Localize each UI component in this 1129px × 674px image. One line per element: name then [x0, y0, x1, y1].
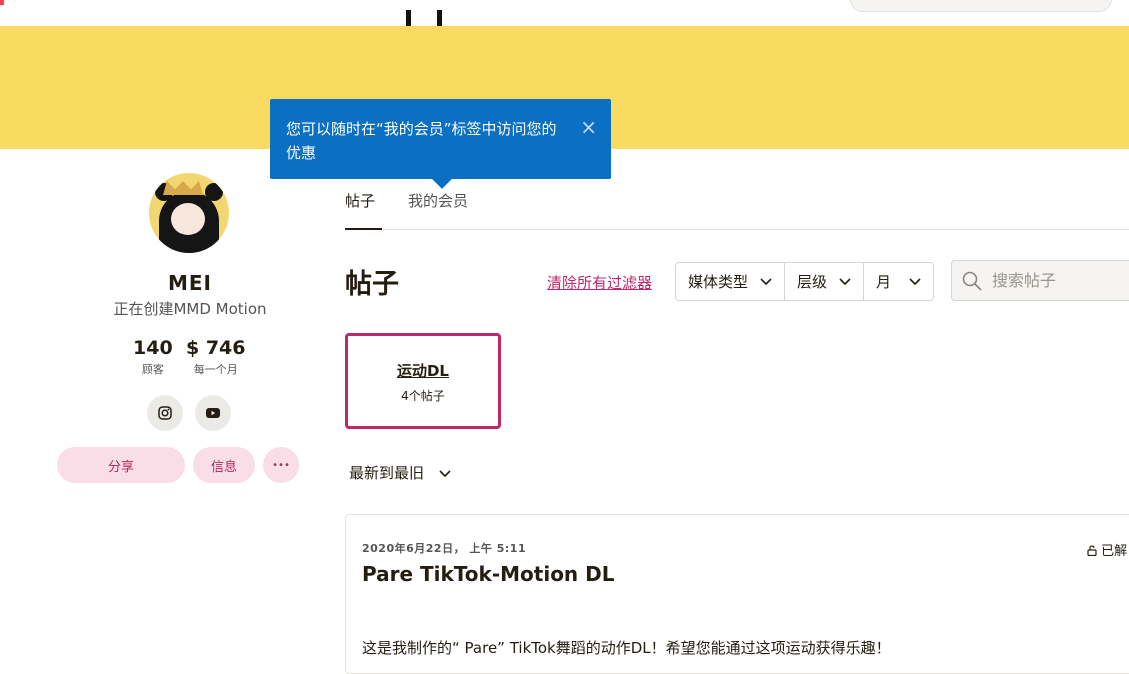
clear-filters-link[interactable]: 清除所有过滤器: [547, 272, 652, 293]
creator-tagline: 正在创建MMD Motion: [113, 300, 267, 318]
more-options-button[interactable]: •••: [263, 447, 299, 483]
youtube-link[interactable]: [195, 395, 231, 431]
share-button[interactable]: 分享: [57, 447, 185, 483]
tab-my-membership[interactable]: 我的会员: [408, 190, 468, 230]
youtube-icon: [206, 408, 220, 418]
instagram-link[interactable]: [147, 395, 183, 431]
filter-bar: 媒体类型 层级 月: [675, 262, 935, 301]
tier-filter[interactable]: 层级: [785, 263, 865, 300]
post-search-box[interactable]: [951, 260, 1129, 301]
instagram-icon: [158, 406, 172, 420]
top-navigation-bar: [0, 0, 1129, 34]
close-icon[interactable]: ×: [580, 117, 597, 137]
sort-dropdown[interactable]: 最新到最旧: [349, 462, 451, 483]
monthly-earnings: $ 746: [186, 337, 246, 359]
tab-posts[interactable]: 帖子: [345, 190, 382, 230]
post-card[interactable]: 2020年6月22日， 上午 5:11 已解 Pare TikTok-Motio…: [345, 514, 1129, 674]
tooltip-arrow: [432, 169, 452, 189]
unlock-icon: [1087, 545, 1097, 557]
search-icon: [962, 271, 982, 291]
tooltip-text: 您可以随时在“我的会员”标签中访问您的优惠: [286, 120, 557, 162]
membership-tooltip: 您可以随时在“我的会员”标签中访问您的优惠 ×: [270, 99, 611, 189]
creator-name: MEI: [167, 271, 212, 295]
patron-count-stat: 140 顾客: [133, 337, 173, 377]
media-type-filter[interactable]: 媒体类型: [676, 263, 786, 300]
sort-label: 最新到最旧: [349, 464, 425, 482]
chevron-down-icon: [760, 275, 772, 289]
content-tabs: 帖子 我的会员: [345, 190, 1129, 230]
media-type-filter-label: 媒体类型: [688, 273, 749, 291]
chevron-down-icon: [909, 275, 921, 289]
chevron-down-icon: [439, 464, 451, 482]
global-search-input[interactable]: [850, 0, 1112, 12]
post-access-status: 已解: [1087, 540, 1127, 559]
collection-card[interactable]: 运动DL 4个帖子: [345, 333, 501, 429]
page-title: 帖子: [345, 269, 399, 300]
post-title[interactable]: Pare TikTok-Motion DL: [362, 562, 614, 586]
post-date: 2020年6月22日， 上午 5:11: [362, 542, 527, 555]
post-access-label: 已解: [1101, 544, 1128, 559]
monthly-earnings-label: 每一个月: [193, 363, 238, 376]
brand-mark: [0, 0, 4, 5]
monthly-earnings-stat: $ 746 每一个月: [186, 337, 246, 377]
month-filter-label: 月: [876, 273, 892, 291]
month-filter[interactable]: 月: [864, 263, 933, 300]
chevron-down-icon: [839, 275, 851, 289]
avatar[interactable]: [149, 173, 229, 253]
patron-count-label: 顾客: [141, 363, 164, 376]
collection-post-count: 4个帖子: [401, 389, 445, 403]
tier-filter-label: 层级: [797, 273, 828, 291]
search-posts-input[interactable]: [992, 271, 1129, 290]
post-body: 这是我制作的“ Pare” TikTok舞蹈的动作DL！希望您能通过这项运动获得…: [362, 639, 891, 657]
message-button[interactable]: 信息: [193, 447, 255, 483]
collection-title[interactable]: 运动DL: [348, 360, 498, 381]
patron-count: 140: [133, 337, 173, 359]
